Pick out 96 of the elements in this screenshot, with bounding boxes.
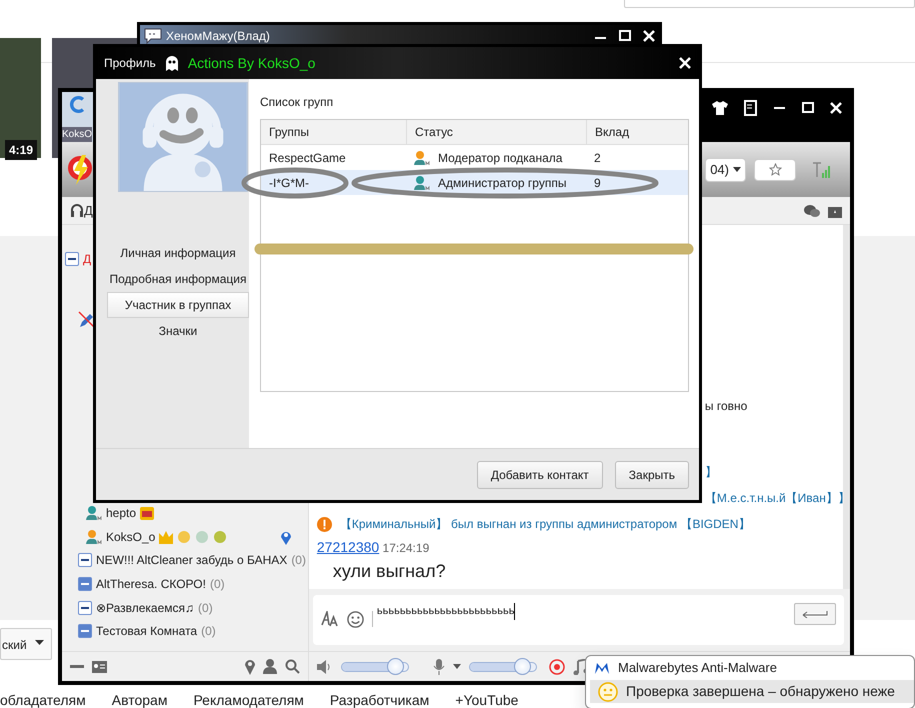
maximize-icon[interactable]: [619, 30, 631, 42]
tab-label[interactable]: Д: [84, 200, 93, 220]
message-text: хули выгнал?: [332, 561, 446, 581]
column-header[interactable]: Статус: [406, 120, 586, 144]
system-message: 【Криминальный】 был выгнан из группы администратором 【BIGDEN】: [340, 516, 750, 533]
footer-link[interactable]: Рекламодателям: [193, 690, 304, 708]
language-dropdown[interactable]: ский: [0, 628, 52, 660]
table-cell-text: Модератор подканала: [438, 150, 562, 166]
nav-item[interactable]: Личная информация: [107, 240, 249, 266]
table-cell-text: Администратор группы: [438, 174, 566, 192]
sender-link[interactable]: 27212380: [316, 539, 380, 555]
nav-item[interactable]: Участник в группах: [107, 292, 249, 318]
message-text: ы говно: [704, 399, 748, 413]
alert-icon: [316, 516, 332, 532]
video-duration: 4:19: [5, 140, 38, 160]
font-style-icon[interactable]: [320, 611, 339, 627]
notification-title: Malwarebytes Anti-Malware: [618, 659, 777, 678]
window-title: Профиль: [104, 55, 156, 72]
caption-text: Actions By KoksO_o: [188, 54, 316, 73]
column-header[interactable]: Вклад: [586, 120, 688, 144]
collapse-toggle[interactable]: [78, 624, 92, 638]
member-count: (0): [198, 600, 213, 617]
window-title: KoksO: [62, 127, 92, 142]
smiley-icon[interactable]: [346, 611, 364, 628]
shirt-icon[interactable]: [712, 101, 728, 115]
pen-icon: [78, 311, 96, 330]
microphone-icon[interactable]: [432, 658, 445, 674]
member-count: (0): [291, 552, 306, 570]
user-name[interactable]: KoksO_o: [106, 528, 156, 546]
group-name[interactable]: Тестовая Комната: [96, 622, 198, 640]
round-badge-icon: [195, 530, 210, 544]
message-text: 】: [704, 465, 717, 479]
footer-link[interactable]: +YouTube: [455, 690, 518, 708]
table-cell-text: RespectGame: [269, 150, 346, 166]
chat-bubble-icon: [144, 28, 162, 44]
nav-item[interactable]: Значки: [107, 318, 249, 344]
caret-icon[interactable]: [452, 664, 461, 669]
headset-icon: [70, 202, 84, 218]
search-icon[interactable]: [284, 659, 300, 674]
collapse-toggle[interactable]: [78, 553, 92, 568]
round-badge-icon: [177, 530, 192, 544]
member-count: (0): [201, 623, 216, 640]
record-icon[interactable]: [548, 658, 565, 674]
close-icon[interactable]: [679, 57, 691, 69]
chat-bubbles-icon[interactable]: [804, 204, 820, 218]
table-cell-text: 9: [594, 174, 601, 192]
group-name[interactable]: Д: [83, 250, 92, 268]
slider[interactable]: [340, 658, 409, 675]
neutral-face-icon: [598, 682, 618, 702]
collapse-toggle[interactable]: [65, 252, 79, 266]
member-count: (0): [210, 576, 225, 594]
maximize-icon[interactable]: [802, 102, 814, 114]
dialog-button[interactable]: Закрыть: [614, 460, 689, 488]
close-icon[interactable]: [643, 30, 655, 42]
round-badge-icon: [213, 530, 228, 544]
section-title: Список групп: [260, 95, 334, 109]
contact-card-icon[interactable]: [92, 660, 107, 672]
send-button[interactable]: [794, 603, 836, 625]
group-name[interactable]: ⊗Развлекаемся♫: [96, 598, 194, 617]
nav-item[interactable]: Подробная информация: [107, 266, 249, 292]
table-row[interactable]: RespectGame Модератор подканала 2: [261, 145, 688, 170]
window-title: ХеномМажу(Влад): [166, 28, 270, 45]
room-selector[interactable]: 04): [705, 158, 746, 182]
minus-icon[interactable]: [70, 664, 84, 668]
group-name[interactable]: NEW!!! AltCleaner забудь о БАНАХ: [96, 551, 288, 570]
notification-message: Проверка завершена – обнаружено неже: [626, 682, 895, 701]
table-cell-text: 2: [594, 150, 601, 166]
caret-icon: [733, 167, 741, 172]
message-time: 17:24:19: [382, 541, 430, 555]
table-cell-text: -I*G*M-: [269, 174, 309, 192]
dialog-button[interactable]: Добавить контакт: [476, 460, 603, 488]
enter-icon: [802, 610, 828, 618]
slider[interactable]: [468, 658, 537, 675]
group-name[interactable]: AltTheresa. СКОРО!: [96, 575, 206, 594]
favorite-button[interactable]: [754, 158, 796, 180]
user-name[interactable]: hepto: [106, 504, 136, 522]
footer-link[interactable]: Авторам: [112, 690, 168, 708]
collapse-toggle[interactable]: [78, 600, 92, 615]
input-text: ьььььььььььььььььььььььь: [376, 603, 516, 620]
star-icon: [768, 163, 782, 176]
slider-thumb[interactable]: [386, 658, 404, 675]
slider-thumb[interactable]: [514, 658, 531, 675]
ghost-icon: [164, 55, 180, 71]
close-icon[interactable]: [830, 102, 842, 114]
app-logo-icon: [594, 661, 610, 675]
person-icon[interactable]: [262, 659, 277, 674]
caret-icon: [34, 640, 44, 646]
notes-icon[interactable]: [744, 100, 758, 116]
message-text: 【М.е.с.т.н.ы.й【Иван】】: [704, 491, 850, 505]
collapse-toggle[interactable]: [78, 577, 92, 592]
message-input[interactable]: ьььььььььььььььььььььььь: [312, 595, 844, 645]
footer-link[interactable]: обладателям: [0, 690, 86, 708]
column-header[interactable]: Группы: [261, 120, 406, 144]
location-pin-icon[interactable]: [244, 658, 255, 674]
footer-link[interactable]: Разработчикам: [330, 690, 430, 708]
logo-icon: [66, 154, 94, 184]
